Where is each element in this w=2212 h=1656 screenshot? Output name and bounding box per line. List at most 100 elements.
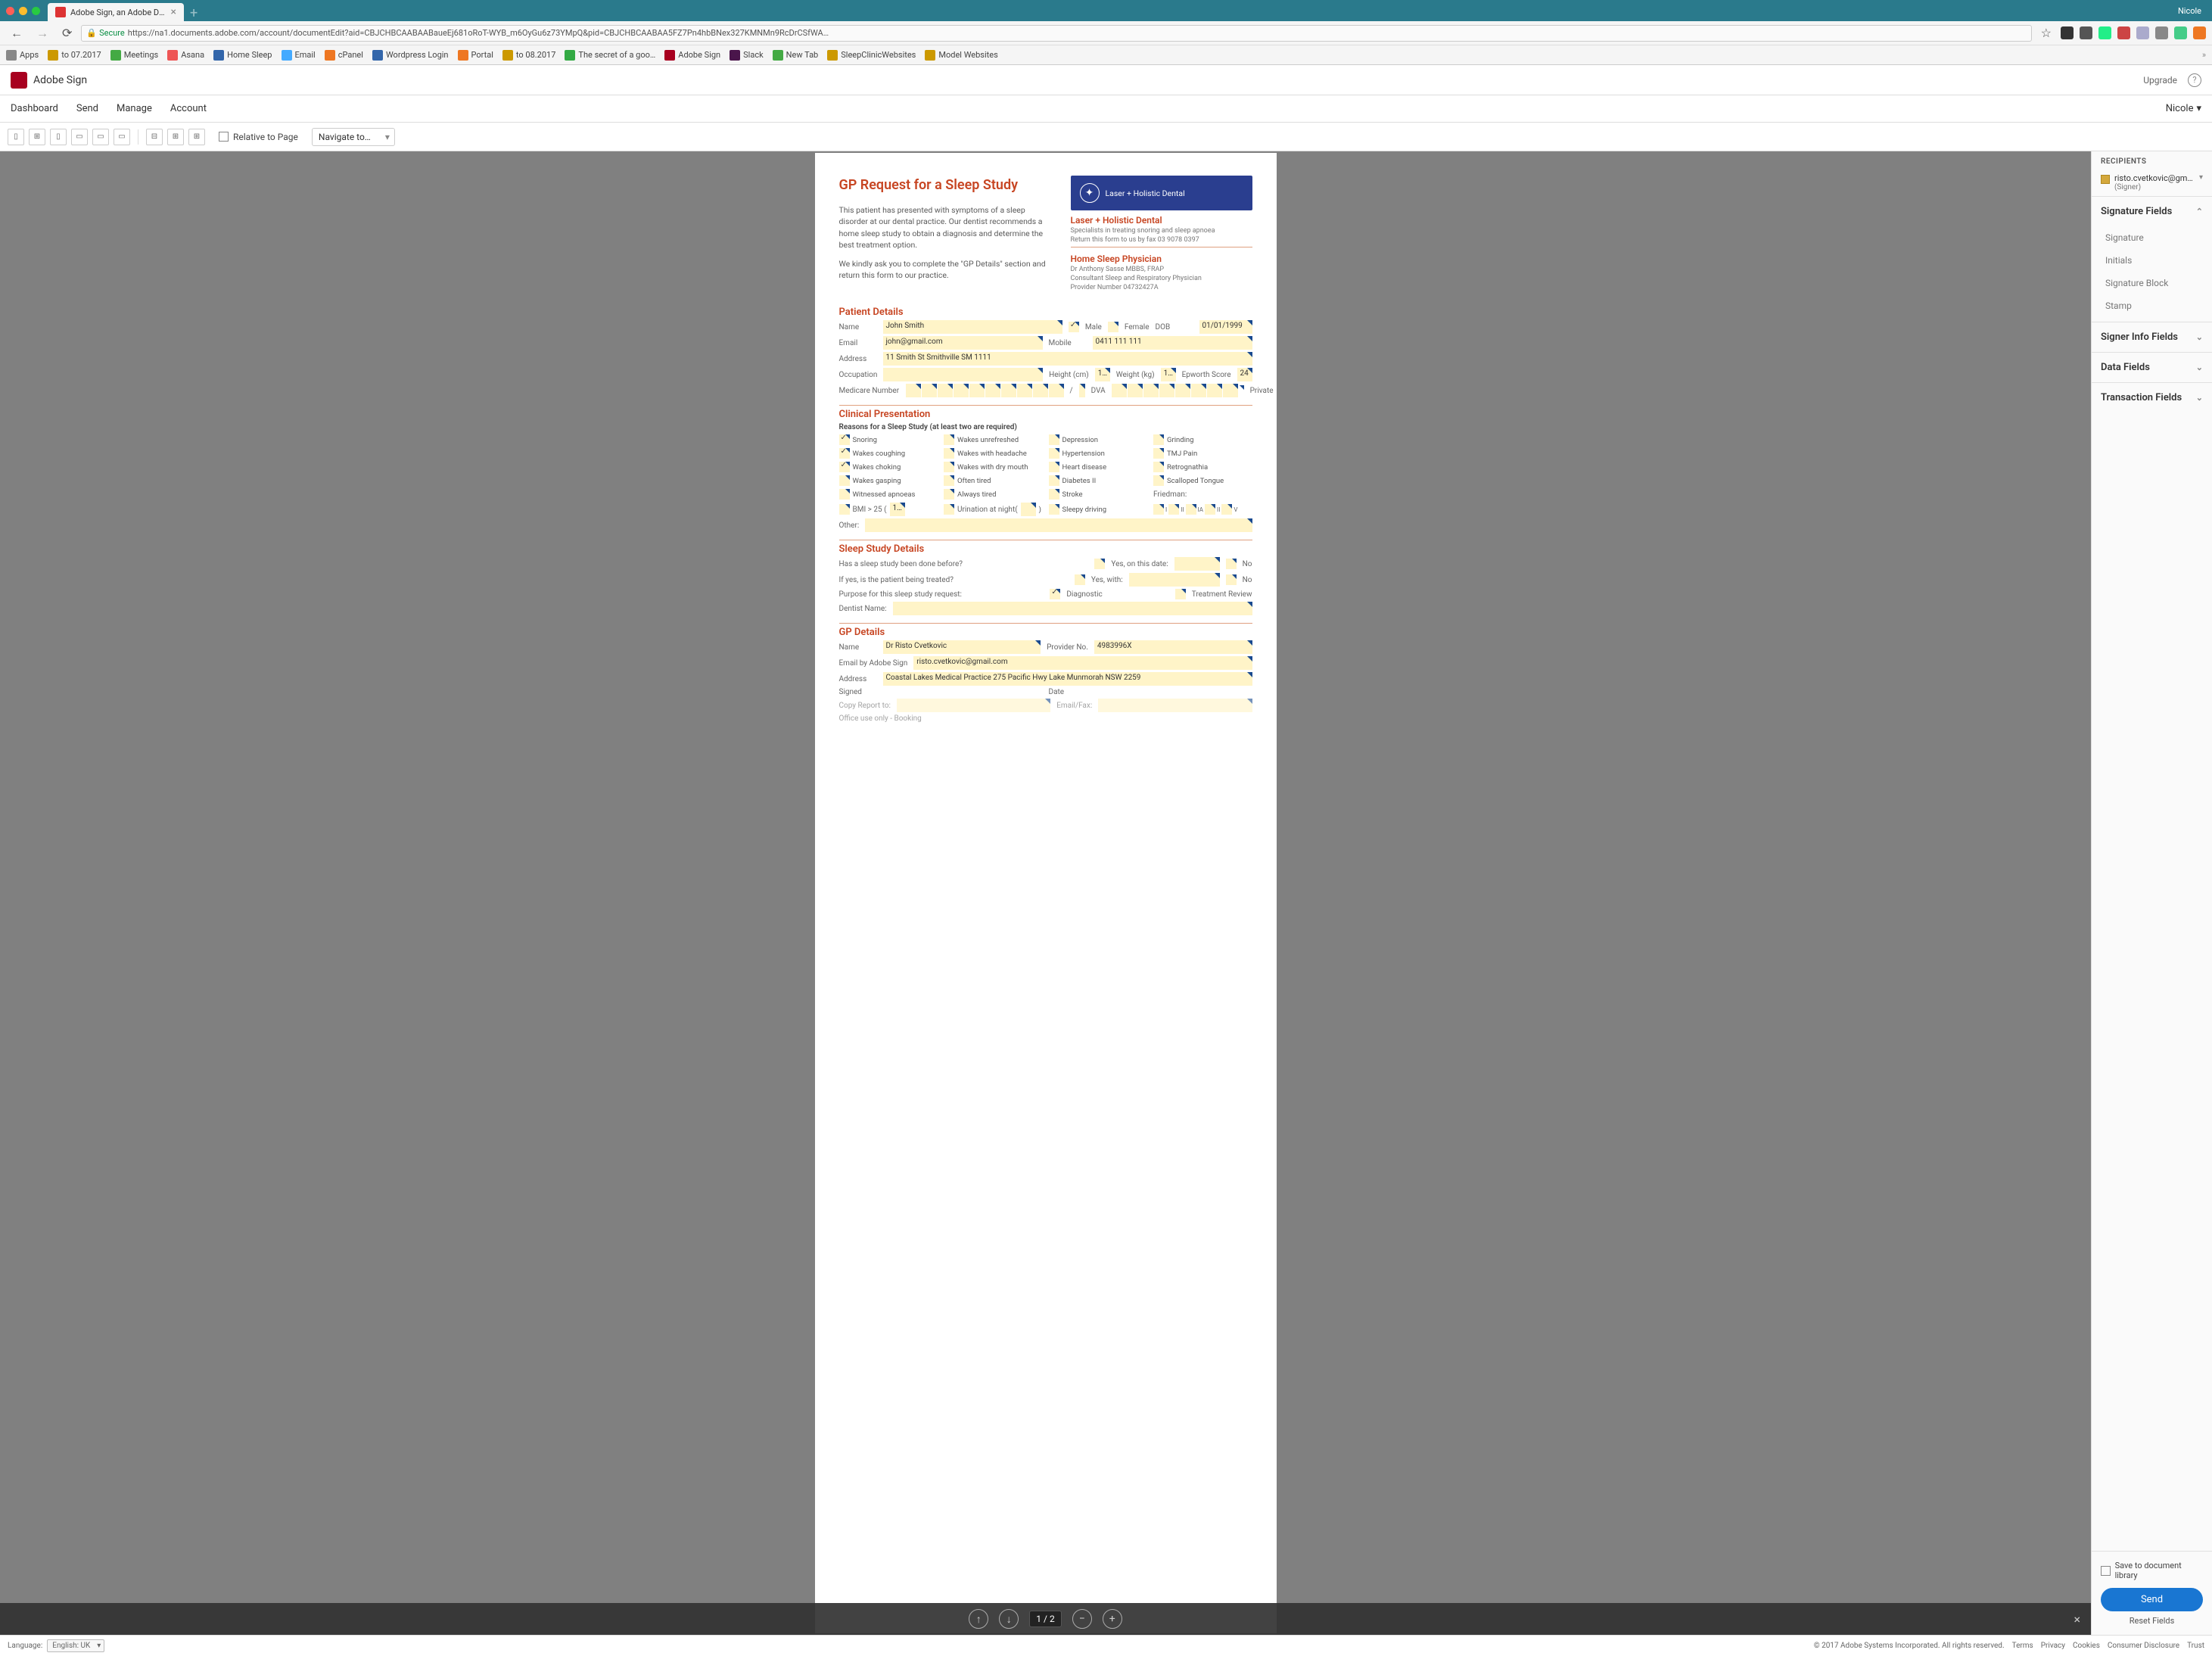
checkbox-reason[interactable]: [1153, 448, 1164, 459]
footer-link-disclosure[interactable]: Consumer Disclosure: [2108, 1642, 2179, 1650]
accordion-signer-info[interactable]: Signer Info Fields ⌄: [2092, 322, 2212, 352]
bookmark-item[interactable]: Asana: [167, 50, 204, 61]
checkbox-reason[interactable]: [1049, 462, 1059, 472]
footer-link-terms[interactable]: Terms: [2012, 1642, 2033, 1650]
field-medicare-digit[interactable]: [969, 384, 985, 397]
checkbox-reason[interactable]: [944, 489, 954, 500]
field-dva-digit[interactable]: [1207, 384, 1222, 397]
bookmark-item[interactable]: cPanel: [325, 50, 363, 61]
distribute-tool[interactable]: ⊟: [146, 129, 163, 145]
field-gp-address[interactable]: Coastal Lakes Medical Practice 275 Pacif…: [883, 672, 1252, 686]
back-button[interactable]: ←: [6, 24, 27, 42]
url-input[interactable]: 🔒Secure https://na1.documents.adobe.com/…: [81, 25, 2031, 42]
checkbox-reason[interactable]: [1049, 489, 1059, 500]
field-gp-name[interactable]: Dr Risto Cvetkovic: [883, 640, 1041, 654]
bookmark-item[interactable]: Email: [282, 50, 316, 61]
checkbox-treatment-review[interactable]: [1175, 589, 1186, 599]
checkbox-female[interactable]: [1108, 322, 1118, 332]
checkbox-friedman[interactable]: [1153, 504, 1164, 515]
field-provider-no[interactable]: 4983996X: [1094, 640, 1252, 654]
language-select[interactable]: English: UK: [47, 1639, 104, 1652]
bookmark-item[interactable]: New Tab: [773, 50, 819, 61]
field-medicare-ref[interactable]: [1079, 384, 1085, 397]
accordion-transaction-fields[interactable]: Transaction Fields ⌄: [2092, 383, 2212, 412]
checkbox-friedman[interactable]: [1168, 504, 1179, 515]
relative-to-page-checkbox[interactable]: Relative to Page: [219, 132, 298, 142]
field-medicare-digit[interactable]: [1017, 384, 1032, 397]
minimize-window[interactable]: [19, 7, 27, 15]
distribute-tool[interactable]: ⊞: [188, 129, 205, 145]
ext-icon[interactable]: [2136, 26, 2149, 39]
checkbox-reason[interactable]: [1153, 434, 1164, 445]
page-indicator[interactable]: 1 / 2: [1029, 1611, 1061, 1627]
align-tool[interactable]: ▭: [114, 129, 130, 145]
field-dob[interactable]: 01/01/1999: [1199, 320, 1252, 334]
bookmark-item[interactable]: to 08.2017: [502, 50, 556, 61]
ext-icon[interactable]: [2117, 26, 2130, 39]
navigate-select[interactable]: Navigate to…: [312, 128, 395, 146]
ext-icon[interactable]: [2155, 26, 2168, 39]
checkbox-reason[interactable]: [1153, 462, 1164, 472]
field-epworth[interactable]: 24: [1237, 368, 1252, 381]
bookmark-item[interactable]: Meetings: [110, 50, 158, 61]
bookmark-item[interactable]: Portal: [458, 50, 493, 61]
field-dentist-name[interactable]: [893, 602, 1252, 615]
checkbox-friedman[interactable]: [1205, 504, 1215, 515]
zoom-in-button[interactable]: +: [1103, 1609, 1122, 1629]
checkbox-no[interactable]: [1226, 574, 1237, 585]
zoom-out-button[interactable]: −: [1072, 1609, 1092, 1629]
accordion-data-fields[interactable]: Data Fields ⌄: [2092, 353, 2212, 382]
checkbox-reason[interactable]: [1049, 448, 1059, 459]
checkbox-reason[interactable]: [1049, 434, 1059, 445]
browser-tab-active[interactable]: Adobe Sign, an Adobe Docu… ×: [48, 3, 184, 21]
bookmark-item[interactable]: to 07.2017: [48, 50, 101, 61]
document-canvas[interactable]: GP Request for a Sleep Study This patien…: [0, 151, 2091, 1635]
help-icon[interactable]: ?: [2188, 73, 2201, 87]
checkbox-reason[interactable]: [839, 462, 850, 472]
field-bmi[interactable]: 1…: [890, 503, 905, 516]
checkbox-no[interactable]: [1226, 559, 1237, 569]
checkbox-reason[interactable]: [1153, 475, 1164, 486]
send-button[interactable]: Send: [2101, 1588, 2203, 1611]
field-gp-email[interactable]: risto.cvetkovic@gmail.com: [913, 656, 1252, 670]
upgrade-link[interactable]: Upgrade: [2143, 75, 2177, 86]
page-up-button[interactable]: ↑: [969, 1609, 988, 1629]
bookmark-item[interactable]: Adobe Sign: [664, 50, 720, 61]
close-window[interactable]: [6, 7, 14, 15]
field-type-initials[interactable]: Initials: [2092, 249, 2212, 272]
field-medicare-digit[interactable]: [938, 384, 953, 397]
footer-link-privacy[interactable]: Privacy: [2041, 1642, 2065, 1650]
ext-icon[interactable]: [2098, 26, 2111, 39]
recipient-row[interactable]: risto.cvetkovic@gmail.c… (Signer) ▾: [2092, 172, 2212, 196]
field-dva-digit[interactable]: [1191, 384, 1206, 397]
checkbox-reason[interactable]: [839, 504, 850, 515]
checkbox-friedman[interactable]: [1221, 504, 1232, 515]
field-height[interactable]: 1…: [1095, 368, 1110, 381]
align-tool[interactable]: ▭: [92, 129, 109, 145]
bookmark-item[interactable]: SleepClinicWebsites: [827, 50, 916, 61]
checkbox-reason[interactable]: [839, 434, 850, 445]
tab-manage[interactable]: Manage: [117, 103, 152, 114]
align-tool[interactable]: ▭: [71, 129, 88, 145]
reset-fields-link[interactable]: Reset Fields: [2101, 1616, 2203, 1626]
nav-user-menu[interactable]: Nicole ▾: [2166, 103, 2201, 114]
footer-link-trust[interactable]: Trust: [2187, 1642, 2204, 1650]
bookmark-item[interactable]: Wordpress Login: [372, 50, 449, 61]
checkbox-reason[interactable]: [1049, 475, 1059, 486]
field-type-stamp[interactable]: Stamp: [2092, 294, 2212, 317]
field-dva-digit[interactable]: [1159, 384, 1174, 397]
checkbox-reason[interactable]: [1049, 504, 1059, 515]
field-address[interactable]: 11 Smith St Smithville SM 1111: [883, 352, 1252, 366]
align-tool[interactable]: ▯: [50, 129, 67, 145]
field-ssd-date[interactable]: [1174, 557, 1220, 571]
field-medicare-digit[interactable]: [906, 384, 921, 397]
reload-button[interactable]: ⟳: [58, 24, 76, 42]
checkbox-reason[interactable]: [944, 475, 954, 486]
maximize-window[interactable]: [32, 7, 40, 15]
save-to-library-checkbox[interactable]: Save to document library: [2101, 1561, 2203, 1580]
ext-icon[interactable]: [2174, 26, 2187, 39]
checkbox-reason[interactable]: [839, 489, 850, 500]
field-treated-with[interactable]: [1129, 573, 1220, 587]
checkbox-reason[interactable]: [839, 475, 850, 486]
checkbox-yes-with[interactable]: [1075, 574, 1085, 585]
